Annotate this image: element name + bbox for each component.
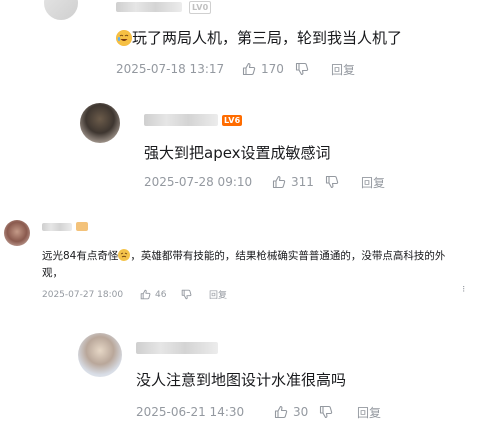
avatar[interactable] bbox=[4, 220, 30, 246]
comment-text-part: 远光84有点奇怪 bbox=[42, 250, 119, 262]
comment-text-body: 玩了两局人机，第三局，轮到我当人机了 bbox=[132, 29, 403, 47]
avatar[interactable] bbox=[80, 103, 120, 143]
dislike-icon[interactable] bbox=[295, 62, 331, 76]
comment-time: 2025-06-21 14:30 bbox=[136, 405, 245, 419]
comment-text-part: 观， bbox=[42, 267, 63, 279]
comment-meta: 2025-07-27 18:00 46 回复 bbox=[42, 288, 227, 302]
like-icon[interactable] bbox=[140, 289, 151, 300]
avatar[interactable] bbox=[44, 0, 78, 20]
dislike-icon[interactable] bbox=[325, 175, 361, 189]
like-icon[interactable] bbox=[242, 62, 256, 76]
username-blurred[interactable] bbox=[42, 223, 72, 231]
avatar[interactable] bbox=[78, 333, 122, 377]
comment-text: 玩了两局人机，第三局，轮到我当人机了 bbox=[116, 28, 402, 48]
dislike-icon[interactable] bbox=[181, 289, 209, 300]
doge-emoji bbox=[118, 249, 131, 261]
like-count: 170 bbox=[261, 62, 284, 76]
like-count: 30 bbox=[293, 405, 309, 419]
comment-meta: 2025-07-18 13:17 170 回复 bbox=[116, 61, 355, 77]
dislike-icon[interactable] bbox=[319, 405, 357, 419]
comment-text: 没人注意到地图设计水准很高吗 bbox=[136, 371, 347, 389]
cry-laugh-emoji bbox=[116, 30, 132, 46]
level-badge bbox=[76, 222, 88, 231]
like-count: 46 bbox=[155, 289, 167, 300]
like-icon[interactable] bbox=[274, 405, 288, 419]
like-count: 311 bbox=[291, 175, 314, 189]
comment-text-part: ，英雄都带有技能的，结果枪械确实普普通通的，没带点高科技的外 bbox=[130, 250, 446, 262]
level-badge: LV0 bbox=[189, 1, 212, 14]
username-blurred[interactable] bbox=[116, 2, 182, 12]
comment-text: 强大到把apex设置成敏感词 bbox=[144, 144, 331, 162]
comment-meta: 2025-07-28 09:10 311 回复 bbox=[144, 174, 385, 190]
comment-time: 2025-07-27 18:00 bbox=[42, 289, 124, 300]
comment-time: 2025-07-28 09:10 bbox=[144, 175, 253, 189]
reply-button[interactable]: 回复 bbox=[209, 288, 227, 301]
reply-button[interactable]: 回复 bbox=[361, 174, 385, 191]
username-blurred[interactable] bbox=[136, 342, 218, 354]
like-icon[interactable] bbox=[272, 175, 286, 189]
level-badge: LV6 bbox=[222, 115, 243, 126]
comment-meta: 2025-06-21 14:30 30 回复 bbox=[136, 404, 381, 420]
reply-button[interactable]: 回复 bbox=[331, 61, 355, 78]
username-blurred[interactable] bbox=[144, 114, 218, 126]
comment-text: 远光84有点奇怪 ，英雄都带有技能的，结果枪械确实普普通通的，没带点高科技的外 … bbox=[42, 248, 445, 282]
more-options-icon[interactable]: ··· bbox=[457, 285, 468, 292]
reply-button[interactable]: 回复 bbox=[357, 404, 381, 421]
comment-time: 2025-07-18 13:17 bbox=[116, 62, 225, 76]
